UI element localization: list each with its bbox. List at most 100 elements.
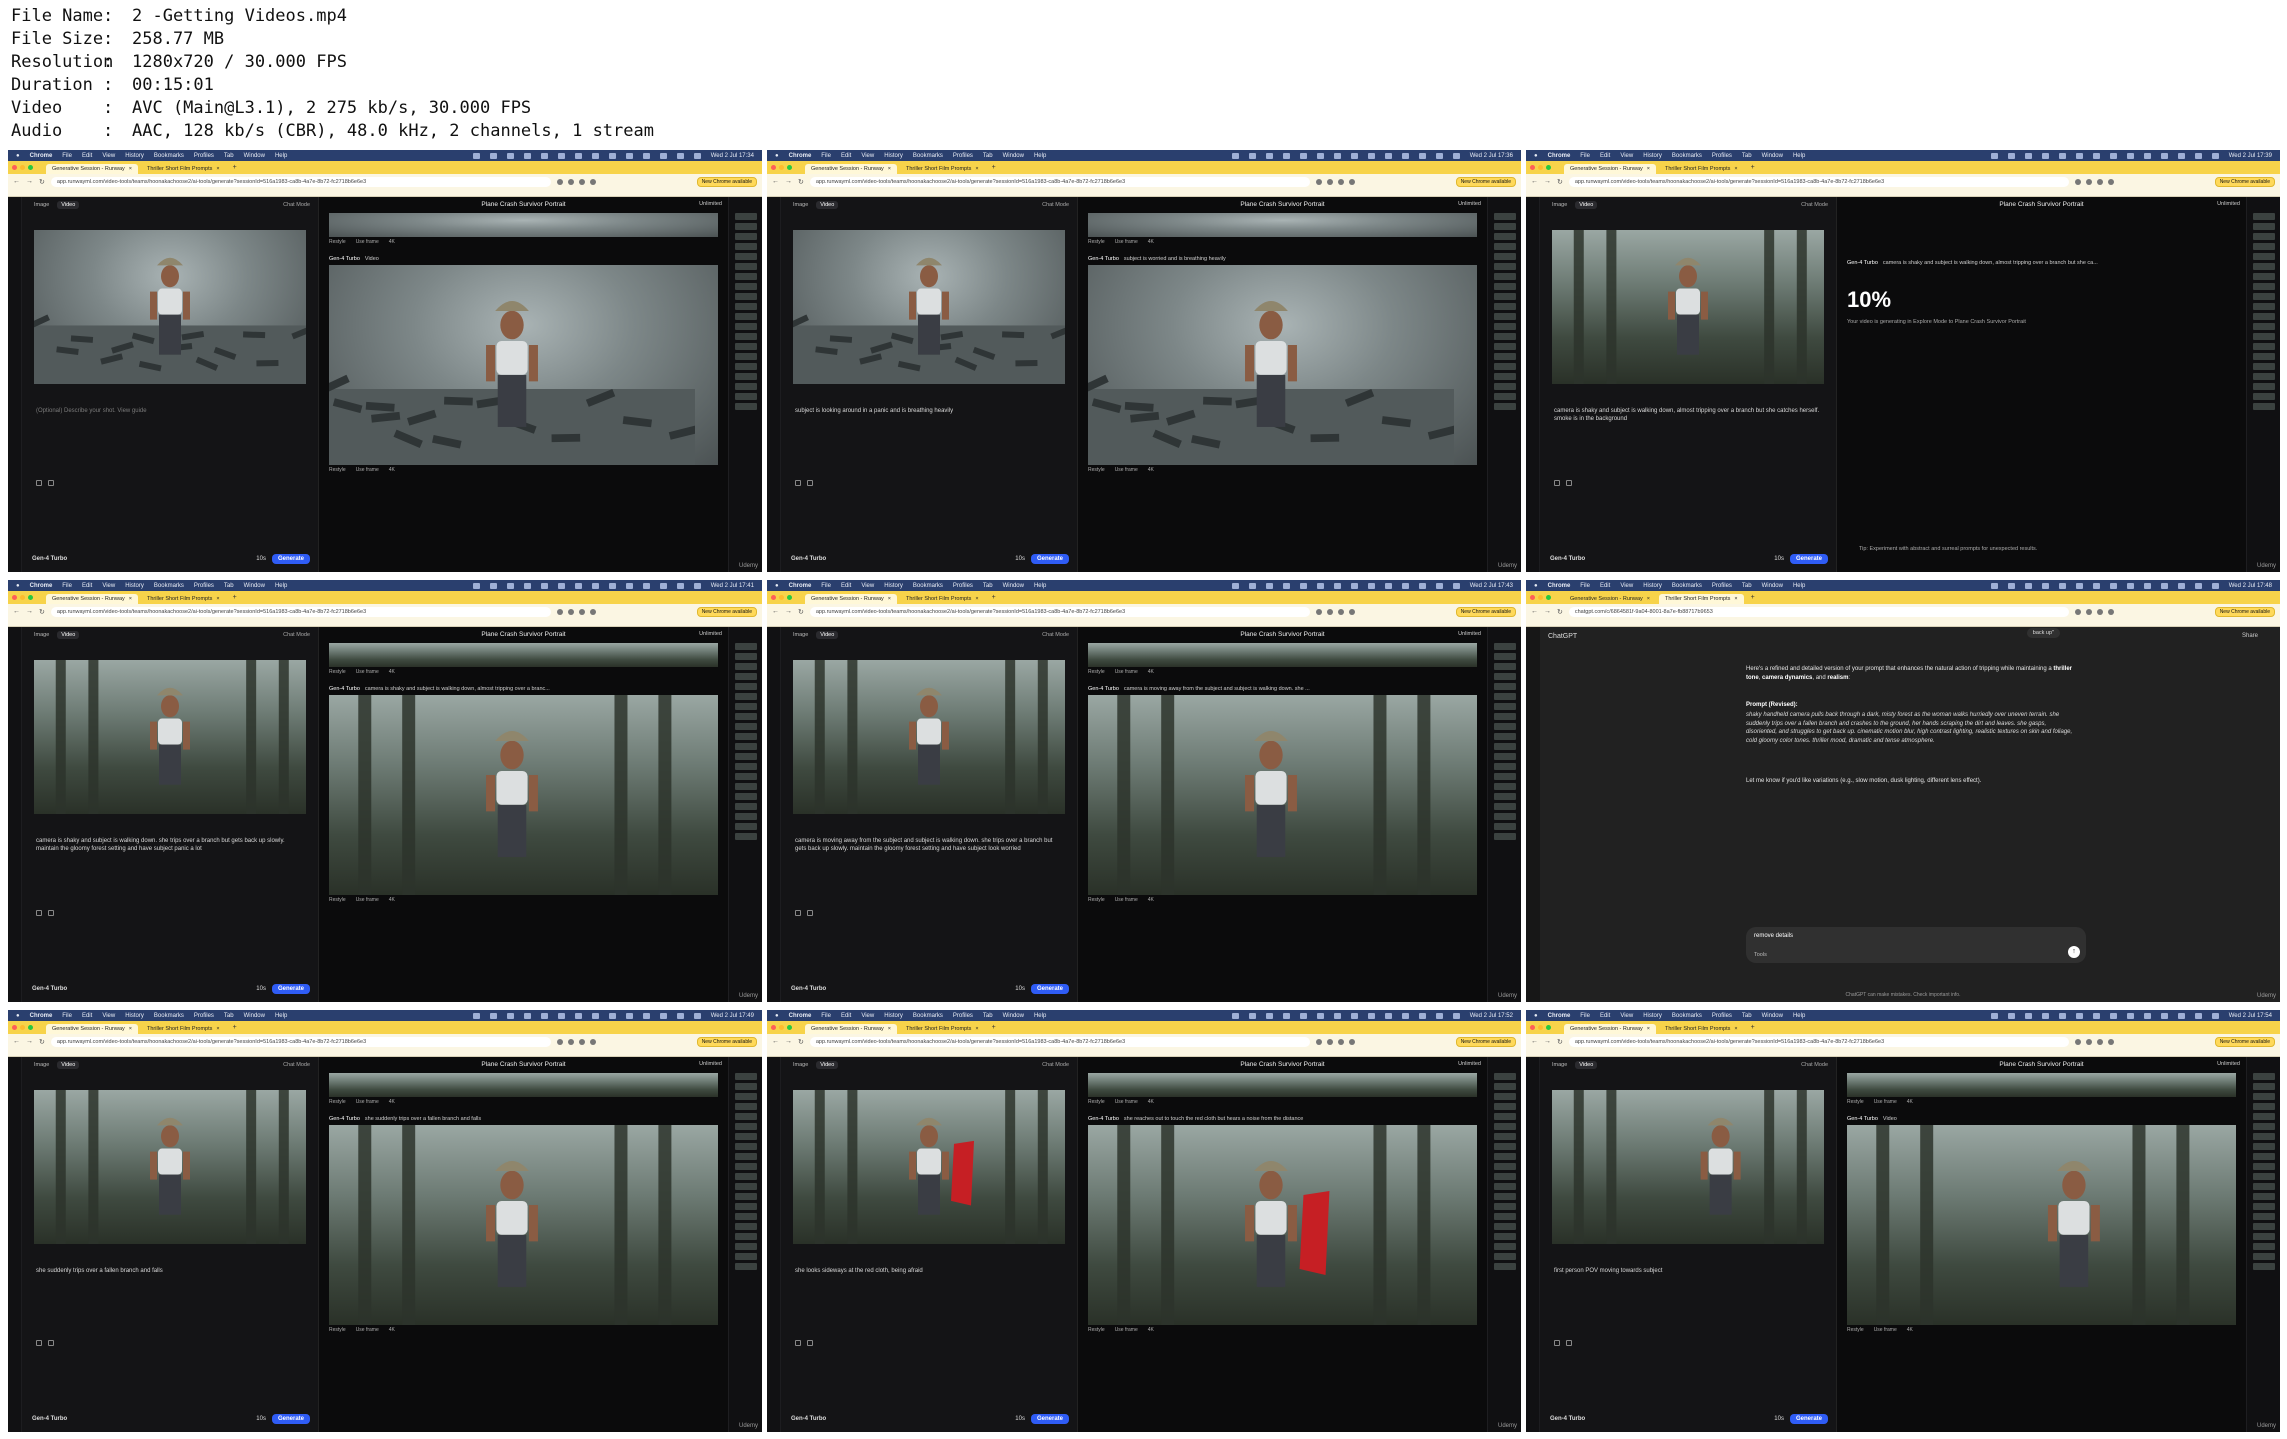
trash-icon[interactable]: [1566, 480, 1572, 486]
zoom-window-button[interactable]: [1546, 1025, 1551, 1030]
menubar-tray-icon[interactable]: [625, 1012, 633, 1019]
rail-thumbnail[interactable]: [735, 253, 757, 260]
menubar-tray-icon[interactable]: [2143, 152, 2151, 159]
trash-icon[interactable]: [1566, 1340, 1572, 1346]
chat-mode-toggle[interactable]: Chat Mode: [283, 1062, 310, 1068]
new-tab-button[interactable]: +: [1747, 594, 1759, 601]
rail-thumbnail[interactable]: [1494, 813, 1516, 820]
rail-thumbnail[interactable]: [735, 233, 757, 240]
menu-item-file[interactable]: File: [1580, 153, 1590, 159]
menu-item-edit[interactable]: Edit: [1600, 583, 1610, 589]
menubar-tray-icon[interactable]: [1452, 1012, 1460, 1019]
rail-thumbnail[interactable]: [2253, 283, 2275, 290]
rail-thumbnail[interactable]: [1494, 233, 1516, 240]
menu-item-history[interactable]: History: [884, 583, 903, 589]
url-field[interactable]: chatgpt.com/c/6864581f-9a04-8001-8a7e-fb…: [1568, 606, 2069, 617]
tab-video[interactable]: Video: [816, 1061, 839, 1069]
url-field[interactable]: app.runwayml.com/video-tools/teams/hoona…: [1568, 1036, 2069, 1047]
new-tab-button[interactable]: +: [1747, 164, 1759, 171]
menubar-tray-icon[interactable]: [676, 152, 684, 159]
rail-thumbnail[interactable]: [1494, 1193, 1516, 1200]
extension-icon[interactable]: [2085, 608, 2092, 615]
trash-icon[interactable]: [807, 1340, 813, 1346]
use-frame-button[interactable]: Use frame: [1115, 467, 1138, 473]
tab-prompts[interactable]: Thriller Short Film Prompts ×: [900, 164, 985, 174]
apple-icon[interactable]: ●: [16, 153, 20, 159]
menubar-tray-icon[interactable]: [2194, 582, 2202, 589]
menubar-tray-icon[interactable]: [2024, 152, 2032, 159]
menubar-tray-icon[interactable]: [693, 582, 701, 589]
menu-item-profiles[interactable]: Profiles: [1712, 153, 1732, 159]
rail-thumbnail[interactable]: [735, 793, 757, 800]
forward-icon[interactable]: →: [785, 178, 792, 185]
rail-thumbnail[interactable]: [1494, 1223, 1516, 1230]
close-tab-icon[interactable]: ×: [129, 1026, 132, 1032]
image-upload-icon[interactable]: [36, 1340, 42, 1346]
tab-image[interactable]: Image: [30, 201, 53, 209]
back-icon[interactable]: ←: [1531, 1038, 1538, 1045]
menu-item-help[interactable]: Help: [1793, 583, 1805, 589]
quality-badge[interactable]: 4K: [1907, 1327, 1913, 1333]
generate-button[interactable]: Generate: [1030, 554, 1069, 564]
menubar-tray-icon[interactable]: [2194, 1012, 2202, 1019]
rail-thumbnail[interactable]: [1494, 1153, 1516, 1160]
menu-item-edit[interactable]: Edit: [1600, 1013, 1610, 1019]
rail-thumbnail[interactable]: [2253, 1213, 2275, 1220]
minimize-window-button[interactable]: [20, 595, 25, 600]
quality-badge[interactable]: 4K: [1907, 1099, 1913, 1105]
session-title[interactable]: Plane Crash Survivor Portrait: [319, 1061, 728, 1068]
close-tab-icon[interactable]: ×: [216, 166, 219, 172]
extension-icon[interactable]: [589, 178, 596, 185]
close-window-button[interactable]: [1530, 1025, 1535, 1030]
menubar-tray-icon[interactable]: [540, 152, 548, 159]
back-icon[interactable]: ←: [13, 178, 20, 185]
rail-thumbnail[interactable]: [735, 1213, 757, 1220]
quality-badge[interactable]: 4K: [1148, 897, 1154, 903]
rail-thumbnail[interactable]: [2253, 223, 2275, 230]
close-tab-icon[interactable]: ×: [1734, 1026, 1737, 1032]
menubar-tray-icon[interactable]: [506, 152, 514, 159]
rail-thumbnail[interactable]: [2253, 293, 2275, 300]
extension-icon[interactable]: [567, 608, 574, 615]
rail-thumbnail[interactable]: [735, 343, 757, 350]
rail-thumbnail[interactable]: [735, 373, 757, 380]
menu-item-profiles[interactable]: Profiles: [953, 1013, 973, 1019]
new-chrome-available-button[interactable]: New Chrome available: [1455, 606, 1516, 617]
reload-icon[interactable]: ↻: [1557, 178, 1563, 186]
rail-thumbnail[interactable]: [735, 1193, 757, 1200]
extension-icon[interactable]: [1337, 1038, 1344, 1045]
rail-thumbnail[interactable]: [2253, 303, 2275, 310]
tab-runway[interactable]: Generative Session - Runway ×: [805, 594, 897, 604]
menu-item-bookmarks[interactable]: Bookmarks: [913, 1013, 943, 1019]
rail-thumbnail[interactable]: [2253, 353, 2275, 360]
restyle-button[interactable]: Restyle: [329, 239, 346, 245]
reference-image[interactable]: [1552, 230, 1824, 384]
menubar-tray-icon[interactable]: [2109, 1012, 2117, 1019]
menu-item-history[interactable]: History: [884, 1013, 903, 1019]
menubar-tray-icon[interactable]: [642, 582, 650, 589]
menu-item-chrome[interactable]: Chrome: [30, 1013, 53, 1019]
menubar-tray-icon[interactable]: [693, 152, 701, 159]
menubar-tray-icon[interactable]: [489, 152, 497, 159]
chat-input-text[interactable]: remove details: [1754, 933, 1793, 939]
tab-prompts[interactable]: Thriller Short Film Prompts ×: [1658, 594, 1744, 604]
generated-video-player[interactable]: [1088, 1125, 1477, 1325]
rail-thumbnail[interactable]: [735, 803, 757, 810]
use-frame-button[interactable]: Use frame: [356, 669, 379, 675]
use-frame-button[interactable]: Use frame: [356, 467, 379, 473]
menu-item-bookmarks[interactable]: Bookmarks: [1672, 153, 1702, 159]
menu-item-profiles[interactable]: Profiles: [1712, 1013, 1732, 1019]
menubar-tray-icon[interactable]: [1265, 582, 1273, 589]
forward-icon[interactable]: →: [1544, 178, 1551, 185]
apple-icon[interactable]: ●: [775, 583, 779, 589]
use-frame-button[interactable]: Use frame: [1115, 1327, 1138, 1333]
forward-icon[interactable]: →: [26, 178, 33, 185]
new-tab-button[interactable]: +: [229, 164, 241, 171]
tab-runway[interactable]: Generative Session - Runway ×: [46, 1024, 138, 1034]
rail-thumbnail[interactable]: [1494, 303, 1516, 310]
menubar-tray-icon[interactable]: [2058, 1012, 2066, 1019]
minimize-window-button[interactable]: [1538, 165, 1543, 170]
quality-badge[interactable]: 4K: [1148, 1099, 1154, 1105]
quality-badge[interactable]: 4K: [1148, 467, 1154, 473]
rail-thumbnail[interactable]: [2253, 1073, 2275, 1080]
